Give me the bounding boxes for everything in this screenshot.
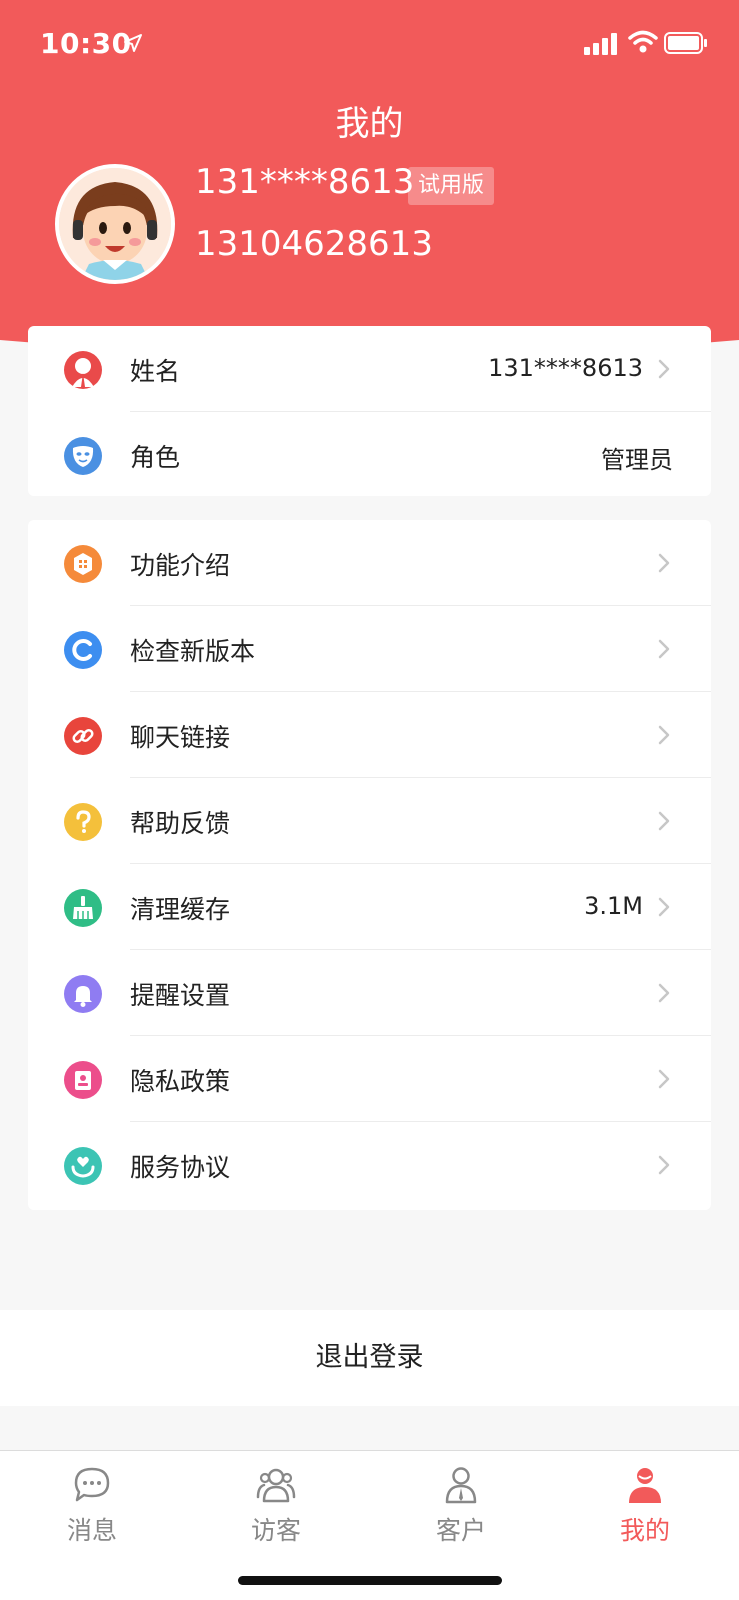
mask-icon bbox=[64, 437, 102, 475]
chevron-right-icon bbox=[658, 359, 670, 379]
chevron-right-icon bbox=[658, 1069, 670, 1089]
tab-messages[interactable]: 消息 bbox=[22, 1465, 162, 1555]
status-time: 10:30 bbox=[40, 27, 132, 60]
user-icon bbox=[64, 351, 102, 389]
visitors-icon bbox=[256, 1468, 296, 1503]
cache-size-value: 3.1M bbox=[584, 892, 643, 920]
menu-row-value: 131****8613 bbox=[488, 354, 643, 382]
bell-icon bbox=[64, 975, 102, 1013]
broom-icon bbox=[64, 889, 102, 927]
chevron-right-icon bbox=[658, 897, 670, 917]
menu-row-privacy[interactable]: 隐私政策 bbox=[28, 1036, 711, 1122]
location-arrow-icon bbox=[124, 34, 142, 52]
menu-row-name[interactable]: 姓名 131****8613 bbox=[28, 326, 711, 412]
menu-row-label: 功能介绍 bbox=[130, 551, 231, 580]
menu-row-role: 角色 管理员 bbox=[28, 412, 711, 498]
tab-label: 访客 bbox=[250, 1516, 301, 1545]
privacy-icon bbox=[64, 1061, 102, 1099]
chat-bubble-icon bbox=[74, 1467, 110, 1502]
heart-hands-icon bbox=[64, 1147, 102, 1185]
cellular-signal-icon bbox=[584, 33, 617, 55]
menu-row-clear-cache[interactable]: 清理缓存 3.1M bbox=[28, 864, 711, 950]
menu-card: 功能介绍 检查新版本 聊天链接 帮助反馈 清理缓存 3.1M 提醒设置 隐私政策… bbox=[28, 520, 711, 1210]
tab-me[interactable]: 我的 bbox=[575, 1465, 715, 1555]
me-icon bbox=[629, 1468, 661, 1503]
menu-row-label: 服务协议 bbox=[130, 1153, 231, 1182]
menu-row-label: 帮助反馈 bbox=[130, 809, 231, 838]
help-icon bbox=[64, 803, 102, 841]
tab-visitors[interactable]: 访客 bbox=[206, 1465, 346, 1555]
menu-row-label: 角色 bbox=[130, 443, 181, 472]
link-icon bbox=[64, 717, 102, 755]
profile-name: 131****8613 bbox=[195, 162, 415, 202]
menu-row-label: 检查新版本 bbox=[130, 637, 256, 666]
menu-row-label: 提醒设置 bbox=[130, 981, 231, 1010]
info-card: 姓名 131****8613 角色 管理员 bbox=[28, 326, 711, 496]
home-indicator bbox=[238, 1576, 502, 1585]
menu-row-help[interactable]: 帮助反馈 bbox=[28, 778, 711, 864]
chevron-right-icon bbox=[658, 553, 670, 573]
menu-row-features[interactable]: 功能介绍 bbox=[28, 520, 711, 606]
tab-customers[interactable]: 客户 bbox=[391, 1465, 531, 1555]
chevron-right-icon bbox=[658, 639, 670, 659]
menu-row-label: 隐私政策 bbox=[130, 1067, 231, 1096]
chevron-right-icon bbox=[658, 1155, 670, 1175]
menu-row-label: 聊天链接 bbox=[130, 723, 231, 752]
menu-row-reminder[interactable]: 提醒设置 bbox=[28, 950, 711, 1036]
page-title: 我的 bbox=[335, 104, 404, 144]
battery-icon bbox=[664, 32, 707, 54]
chevron-right-icon bbox=[658, 811, 670, 831]
avatar[interactable] bbox=[55, 164, 175, 284]
customer-icon bbox=[445, 1467, 477, 1504]
chevron-right-icon bbox=[658, 725, 670, 745]
features-icon bbox=[64, 545, 102, 583]
profile-phone: 13104628613 bbox=[195, 224, 433, 264]
chevron-right-icon bbox=[658, 983, 670, 1003]
tab-label: 消息 bbox=[66, 1516, 117, 1545]
menu-row-service-agreement[interactable]: 服务协议 bbox=[28, 1122, 711, 1208]
logout-button[interactable]: 退出登录 bbox=[0, 1310, 739, 1406]
menu-row-label: 姓名 bbox=[130, 357, 181, 386]
tab-label: 客户 bbox=[435, 1516, 486, 1545]
status-bar: 10:30 bbox=[0, 0, 739, 88]
menu-row-label: 清理缓存 bbox=[130, 895, 231, 924]
tab-label: 我的 bbox=[619, 1516, 670, 1545]
update-icon bbox=[64, 631, 102, 669]
trial-badge: 试用版 bbox=[408, 167, 495, 205]
menu-row-check-update[interactable]: 检查新版本 bbox=[28, 606, 711, 692]
avatar-illustration-icon bbox=[59, 168, 171, 280]
wifi-icon bbox=[628, 30, 658, 53]
menu-row-value: 管理员 bbox=[601, 446, 673, 474]
menu-row-chat-link[interactable]: 聊天链接 bbox=[28, 692, 711, 778]
